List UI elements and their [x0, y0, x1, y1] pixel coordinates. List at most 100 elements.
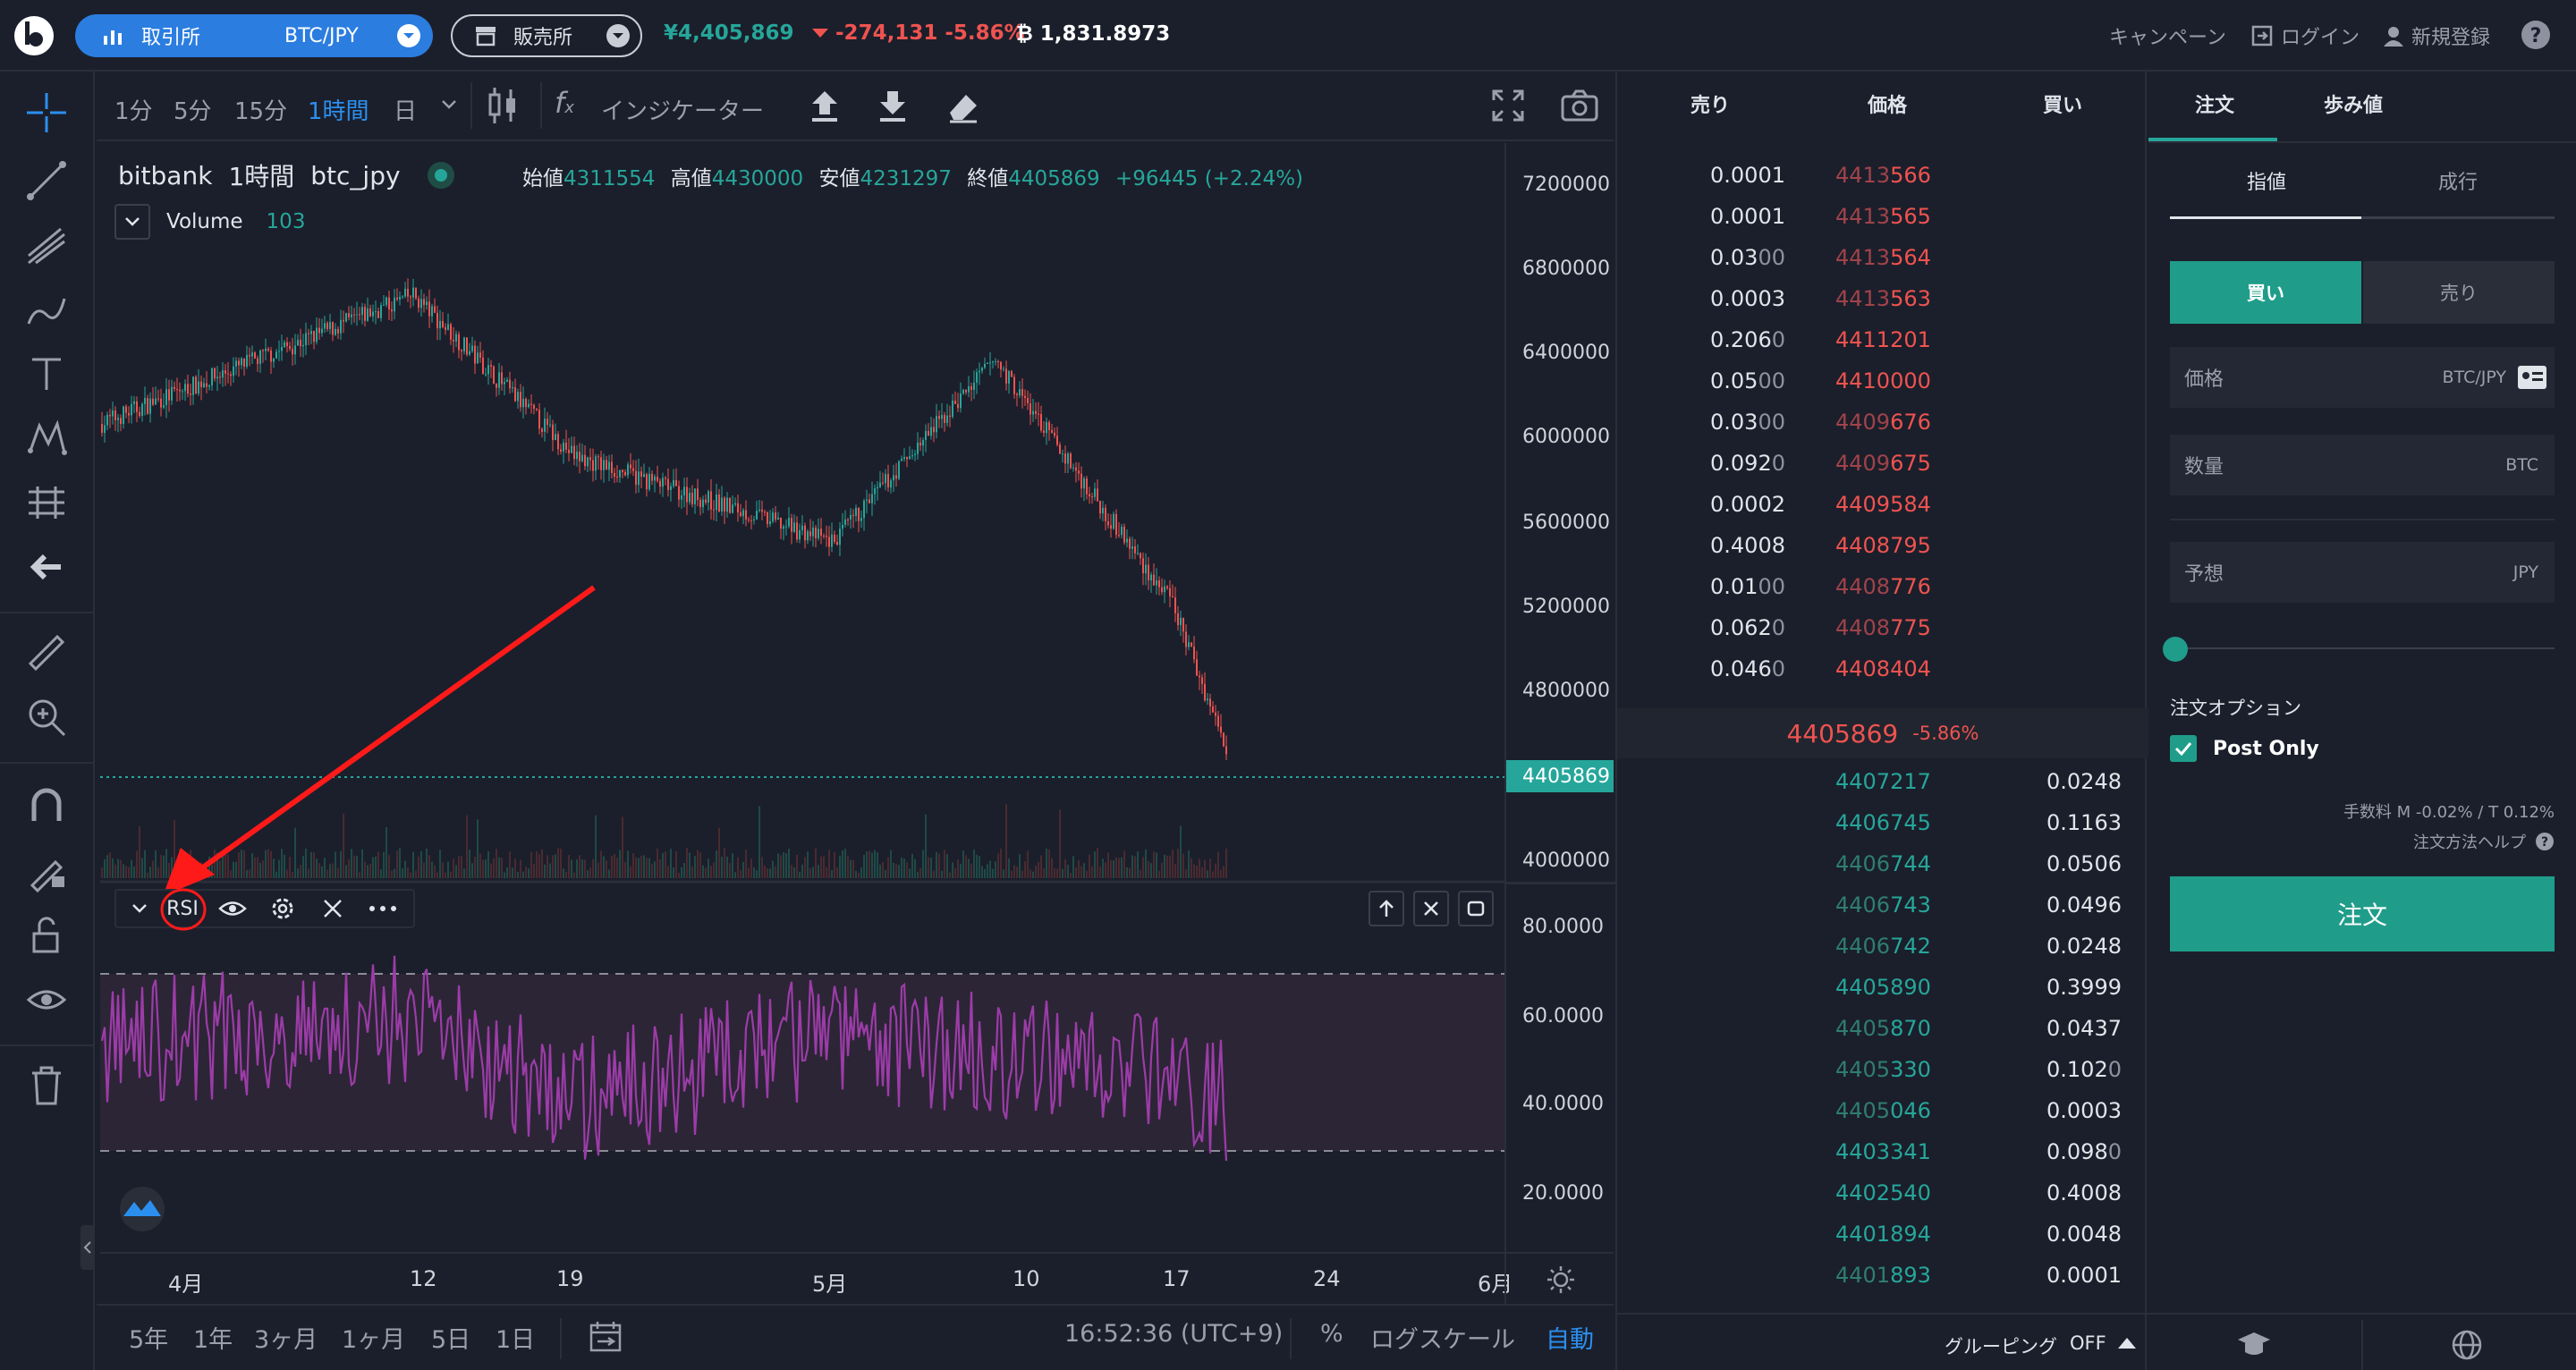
range-1d[interactable]: 1日 — [496, 1320, 535, 1355]
timeframe-1m[interactable]: 1分 — [114, 93, 153, 126]
lock-drawing-icon[interactable] — [23, 848, 70, 894]
amount-field[interactable]: 数量 BTC — [2170, 435, 2555, 495]
amount-slider-handle[interactable] — [2163, 637, 2188, 662]
order-type-market[interactable]: 成行 — [2438, 166, 2478, 195]
exchange-selector[interactable]: 取引所 BTC/JPY — [75, 14, 433, 57]
post-only-checkbox[interactable]: Post Only — [2170, 735, 2319, 762]
close-pane-button[interactable] — [1413, 891, 1449, 926]
more-icon[interactable] — [358, 891, 408, 926]
side-buy-button[interactable]: 買い — [2170, 261, 2361, 324]
range-5d[interactable]: 5日 — [431, 1320, 470, 1355]
pitchfork-icon[interactable] — [23, 222, 70, 268]
order-type-limit[interactable]: 指値 — [2247, 166, 2286, 195]
bid-row[interactable]: 4401893 0.0001 — [1617, 1263, 2148, 1304]
bid-row[interactable]: 4403341 0.0980 — [1617, 1139, 2148, 1180]
eraser-icon[interactable] — [946, 88, 980, 123]
tab-order[interactable]: 注文 — [2195, 89, 2234, 118]
collapse-legend-button[interactable] — [114, 204, 150, 240]
zoom-in-icon[interactable] — [23, 694, 70, 740]
submit-order-button[interactable]: 注文 — [2170, 876, 2555, 951]
ask-row[interactable]: 0.0300 4409676 — [1617, 410, 2148, 451]
globe-icon[interactable] — [2451, 1329, 2483, 1361]
grouping-bar[interactable]: グルーピング OFF — [1617, 1313, 2148, 1370]
pattern-icon[interactable] — [23, 415, 70, 461]
id-card-icon[interactable] — [2517, 365, 2547, 390]
campaign-link[interactable]: キャンペーン — [2109, 21, 2226, 50]
order-help-link[interactable]: 注文方法ヘルプ ? — [2413, 830, 2555, 853]
bid-row[interactable]: 4405046 0.0003 — [1617, 1098, 2148, 1139]
ask-row[interactable]: 0.4008 4408795 — [1617, 533, 2148, 574]
camera-icon[interactable] — [1560, 88, 1599, 123]
ruler-icon[interactable] — [23, 630, 70, 676]
ask-row[interactable]: 0.2060 4411201 — [1617, 327, 2148, 368]
magnet-icon[interactable] — [23, 783, 70, 830]
candle-type-icon[interactable] — [487, 86, 519, 125]
ask-row[interactable]: 0.0620 4408775 — [1617, 615, 2148, 656]
bid-row[interactable]: 4406742 0.0248 — [1617, 934, 2148, 975]
timeframe-day[interactable]: 日 — [394, 93, 417, 126]
maximize-pane-button[interactable] — [1458, 891, 1494, 926]
range-1y[interactable]: 1年 — [193, 1320, 233, 1355]
text-tool-icon[interactable] — [23, 351, 70, 397]
ask-row[interactable]: 0.0920 4409675 — [1617, 451, 2148, 492]
date-range-icon[interactable] — [589, 1320, 623, 1354]
ask-row[interactable]: 0.0500 4410000 — [1617, 368, 2148, 410]
bid-row[interactable]: 4401894 0.0048 — [1617, 1222, 2148, 1263]
bid-row[interactable]: 4406744 0.0506 — [1617, 851, 2148, 892]
range-5y[interactable]: 5年 — [129, 1320, 168, 1355]
range-3m[interactable]: 3ヶ月 — [254, 1320, 318, 1355]
ask-row[interactable]: 0.0001 4413566 — [1617, 163, 2148, 204]
ask-row[interactable]: 0.0003 4413563 — [1617, 286, 2148, 327]
prediction-icon[interactable] — [23, 479, 70, 526]
grouping-value[interactable]: OFF — [2070, 1332, 2106, 1354]
unlock-icon[interactable] — [23, 912, 70, 959]
tab-trades[interactable]: 歩み値 — [2324, 89, 2383, 118]
eye-icon[interactable] — [208, 891, 258, 926]
rsi-label[interactable]: RSI — [157, 888, 208, 931]
brush-icon[interactable] — [23, 286, 70, 333]
gear-icon[interactable] — [258, 891, 308, 926]
upload-icon[interactable] — [809, 88, 841, 123]
bid-row[interactable]: 4406745 0.1163 — [1617, 810, 2148, 851]
store-selector[interactable]: 販売所 — [451, 14, 642, 57]
ask-row[interactable]: 0.0460 4408404 — [1617, 656, 2148, 698]
graduation-cap-icon[interactable] — [2236, 1331, 2272, 1359]
fullscreen-icon[interactable] — [1490, 88, 1526, 123]
chevron-down-icon[interactable] — [440, 98, 458, 111]
bitbank-logo[interactable] — [13, 14, 55, 57]
time-axis[interactable]: 4月 12 19 5月 10 17 24 6月 — [100, 1252, 1614, 1306]
bid-row[interactable]: 4405330 0.1020 — [1617, 1057, 2148, 1098]
collapse-rsi-button[interactable] — [122, 891, 157, 926]
percent-toggle[interactable]: % — [1320, 1320, 1343, 1348]
trend-line-icon[interactable] — [23, 157, 70, 204]
tradingview-logo[interactable] — [114, 1186, 170, 1232]
timeframe-15m[interactable]: 15分 — [234, 93, 287, 126]
signup-link[interactable]: 新規登録 — [2383, 21, 2490, 50]
download-icon[interactable] — [877, 88, 909, 123]
close-icon[interactable] — [308, 891, 358, 926]
bid-row[interactable]: 4405890 0.3999 — [1617, 975, 2148, 1016]
ask-row[interactable]: 0.0300 4413564 — [1617, 245, 2148, 286]
auto-scale-toggle[interactable]: 自動 — [1546, 1320, 1594, 1355]
ask-row[interactable]: 0.0100 4408776 — [1617, 574, 2148, 615]
ask-row[interactable]: 0.0001 4413565 — [1617, 204, 2148, 245]
timeframe-5m[interactable]: 5分 — [174, 93, 212, 126]
amount-slider-track[interactable] — [2170, 647, 2555, 649]
crosshair-icon[interactable] — [23, 89, 70, 136]
login-link[interactable]: ログイン — [2250, 21, 2360, 50]
side-sell-button[interactable]: 売り — [2363, 261, 2555, 324]
ask-row[interactable]: 0.0002 4409584 — [1617, 492, 2148, 533]
range-1m[interactable]: 1ヶ月 — [342, 1320, 405, 1355]
price-field[interactable]: 価格 BTC/JPY — [2170, 347, 2555, 408]
eye-icon[interactable] — [23, 977, 70, 1023]
price-axis[interactable]: 7200000 6800000 6400000 6000000 5600000 … — [1504, 143, 1615, 1252]
bid-row[interactable]: 4402540 0.4008 — [1617, 1180, 2148, 1222]
indicators-button[interactable]: インジケーター — [601, 93, 764, 126]
price-chart[interactable] — [100, 143, 1504, 1252]
back-arrow-icon[interactable] — [23, 544, 70, 590]
help-icon[interactable]: ? — [2521, 20, 2551, 50]
settings-sun-icon[interactable] — [1546, 1264, 1576, 1295]
timeframe-1h[interactable]: 1時間 — [308, 93, 369, 126]
bid-row[interactable]: 4407217 0.0248 — [1617, 769, 2148, 810]
collapse-toolbar-button[interactable] — [80, 1225, 95, 1270]
